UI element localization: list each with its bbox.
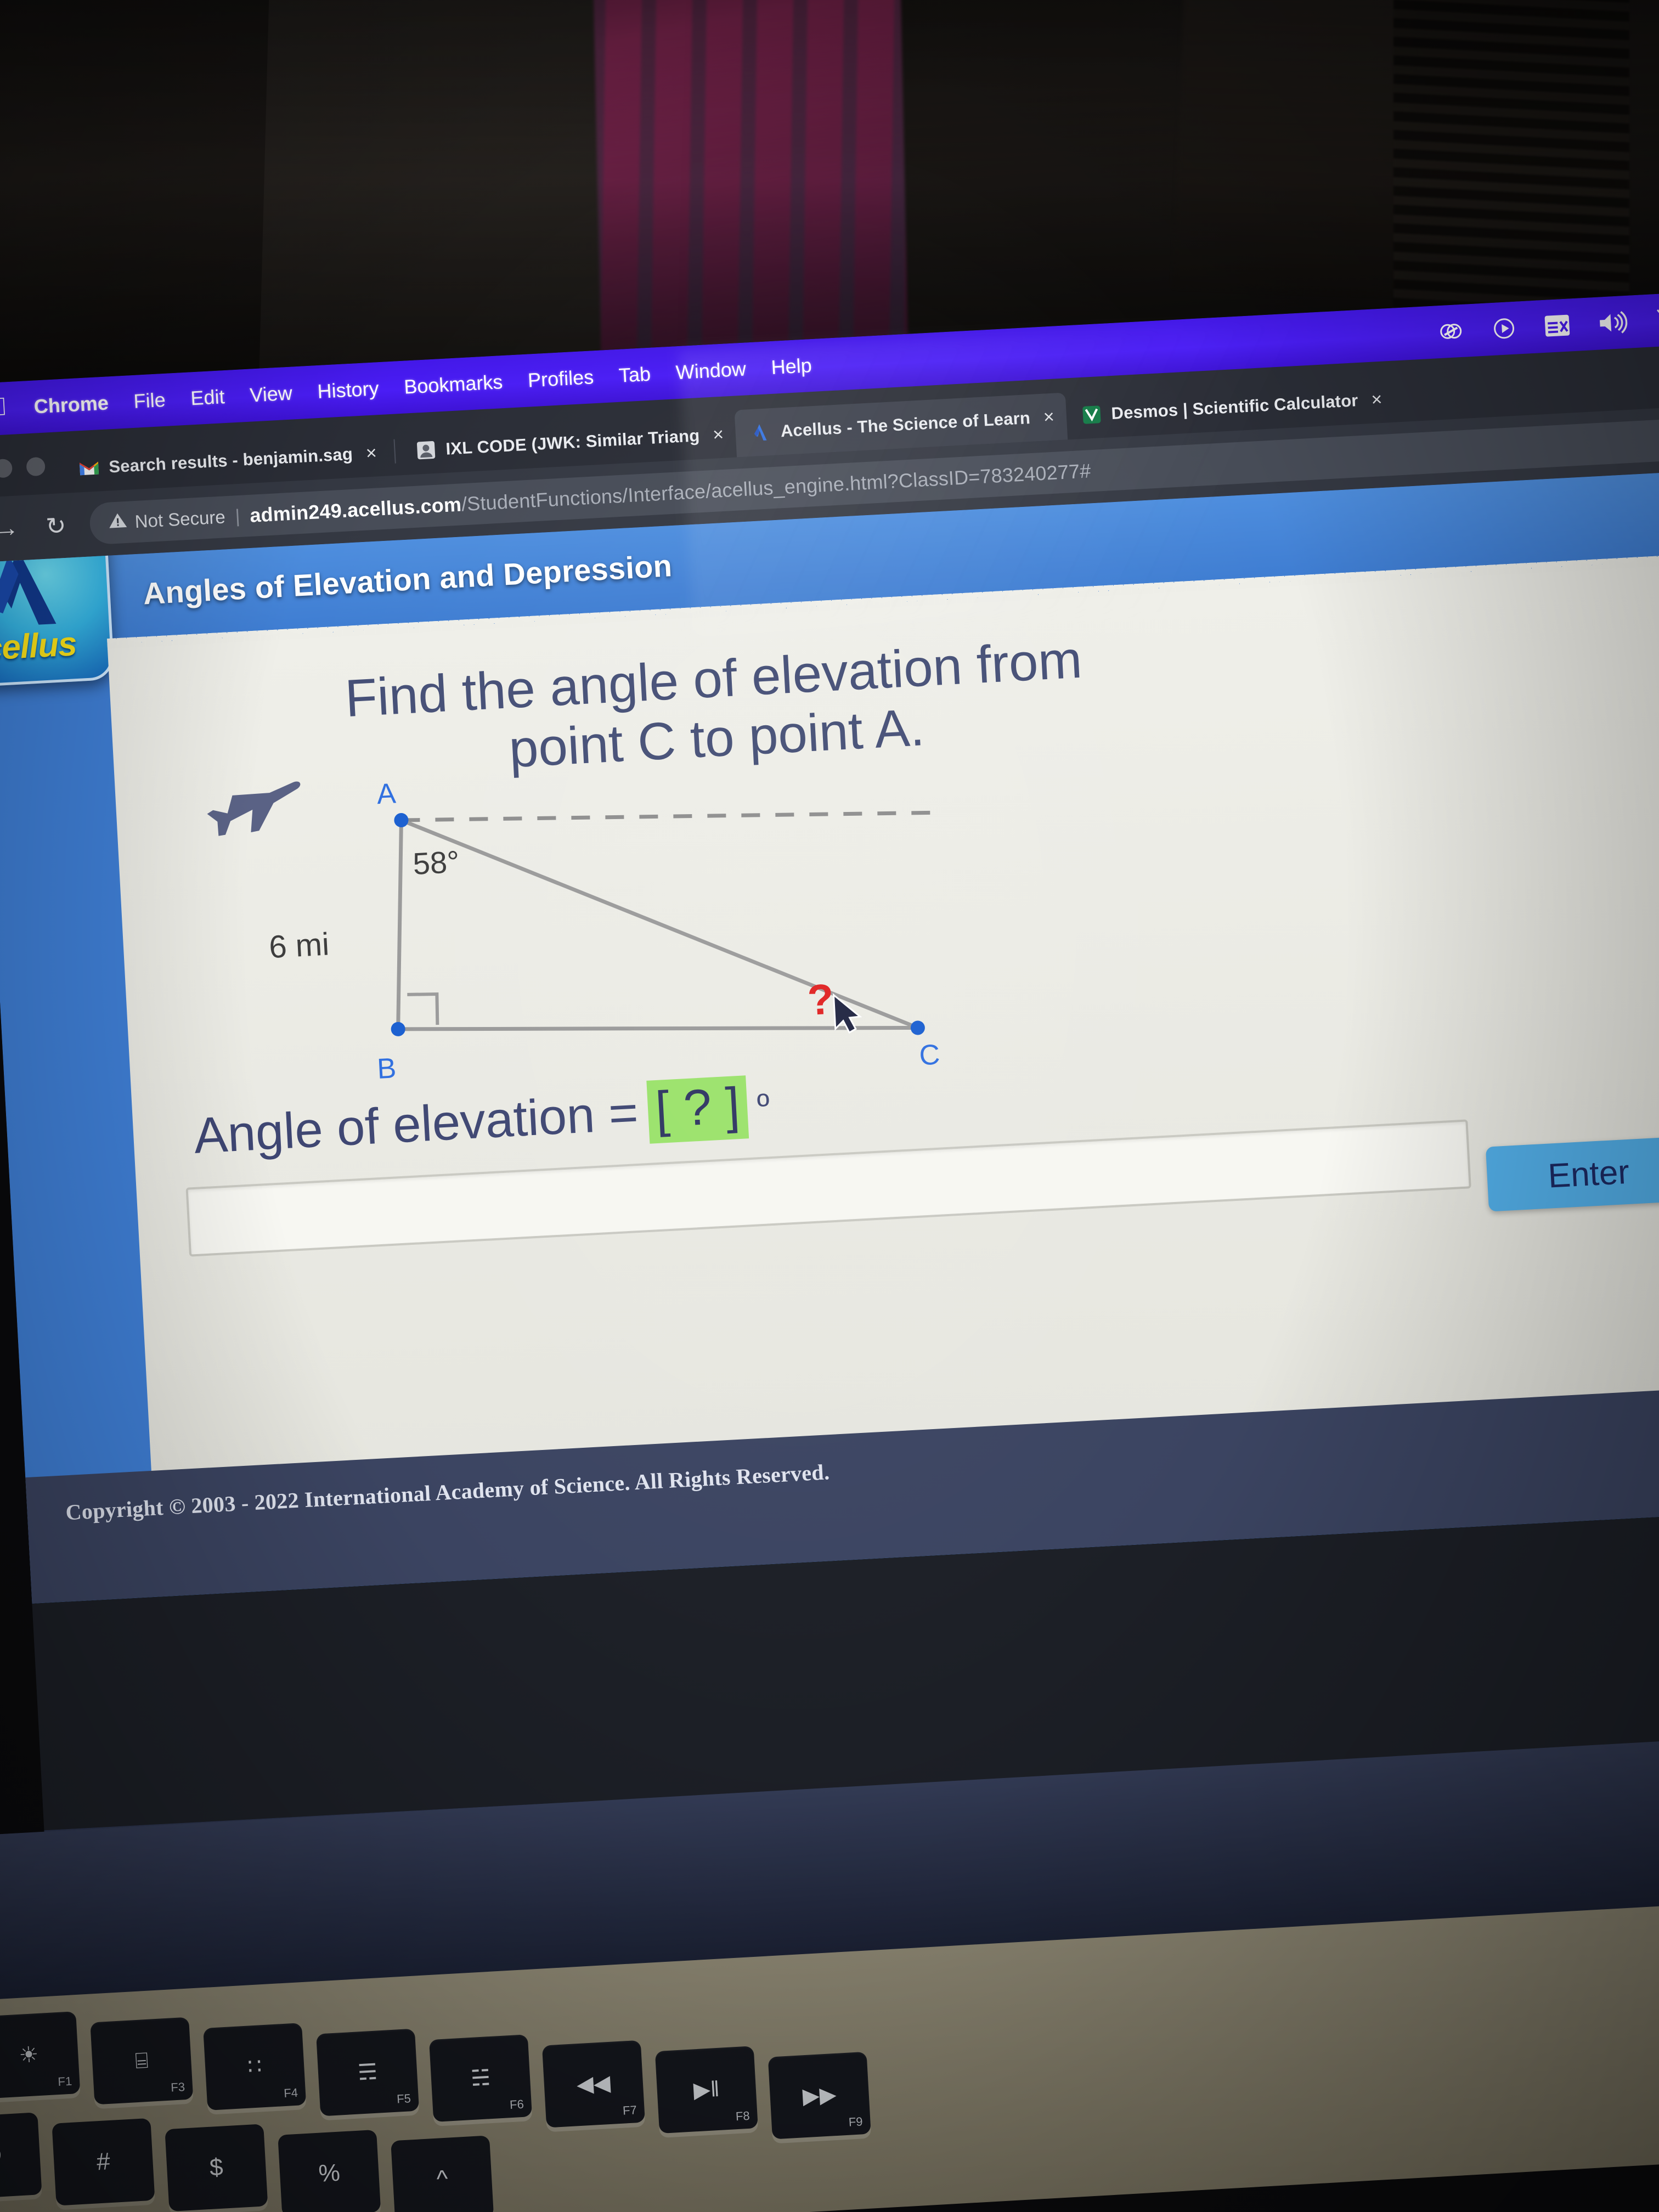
bluetooth-off-icon[interactable] <box>1654 306 1659 334</box>
vertex-A-dot <box>394 813 409 828</box>
tab-title: Search results - benjamin.sag <box>108 444 353 477</box>
angle-A-label: 58° <box>412 844 460 881</box>
url-path: /StudentFunctions/Interface/acellus_engi… <box>460 459 1092 516</box>
menu-edit[interactable]: Edit <box>177 385 238 411</box>
gmail-icon <box>77 456 100 479</box>
question-paper: Find the angle of elevation from point C… <box>108 562 1659 1503</box>
menu-view[interactable]: View <box>236 381 305 408</box>
side-AB-label: 6 mi <box>268 926 330 965</box>
screen:  Chrome File Edit View History Bookmark… <box>0 291 1659 1831</box>
key-f1-label: F1 <box>57 2074 72 2089</box>
keyboard-backlight-down-icon: ☴ <box>357 2059 379 2085</box>
horizontal-dashed-line <box>401 810 935 822</box>
lesson-title: Angles of Elevation and Depression <box>142 548 673 611</box>
photo-of-laptop-screen:  Chrome File Edit View History Bookmark… <box>0 0 1659 2212</box>
enter-button[interactable]: Enter <box>1485 1136 1659 1212</box>
keyboard-backlight-up-icon: ☵ <box>470 2066 492 2091</box>
close-tab-icon[interactable]: × <box>712 424 724 445</box>
forward-button[interactable]: → <box>0 514 22 543</box>
key-hash[interactable]: # <box>52 2118 155 2206</box>
play-circle-icon[interactable] <box>1491 315 1517 342</box>
close-tab-icon[interactable]: × <box>365 442 377 464</box>
acellus-icon <box>749 421 772 444</box>
fast-forward-icon: ▶▶ <box>802 2082 837 2109</box>
launchpad-icon: ∷ <box>247 2054 263 2079</box>
menu-bookmarks[interactable]: Bookmarks <box>391 370 516 399</box>
vertex-B-dot <box>391 1022 405 1036</box>
not-secure-badge[interactable]: Not Secure <box>108 506 226 533</box>
acellus-page: cellus Angles of Elevation and Depressio… <box>0 470 1659 1604</box>
menu-profiles[interactable]: Profiles <box>515 365 607 393</box>
tab-title: IXL CODE (JWK: Similar Triang <box>445 426 701 459</box>
key-dollar[interactable]: $ <box>165 2124 268 2212</box>
contact-card-icon <box>415 439 438 462</box>
key-f1[interactable]: ☀ F1 <box>0 2011 81 2099</box>
desmos-icon <box>1080 403 1103 426</box>
apple-logo-icon[interactable]:  <box>0 392 8 421</box>
warning-triangle-icon <box>108 512 128 534</box>
omnibox-divider: | <box>234 505 241 527</box>
close-tab-icon[interactable]: × <box>1370 388 1383 410</box>
key-f5-label: F5 <box>396 2091 411 2106</box>
close-window-button[interactable] <box>0 458 13 478</box>
segment-AB <box>396 820 403 1029</box>
key-f7[interactable]: ◀◀ F7 <box>541 2040 645 2128</box>
brightness-icon: ☀ <box>18 2042 40 2068</box>
copyright-text: Copyright © 2003 - 2022 International Ac… <box>65 1459 831 1525</box>
menu-help[interactable]: Help <box>758 353 825 380</box>
play-pause-icon: ▶‖ <box>692 2076 720 2103</box>
degree-symbol: º <box>756 1087 771 1126</box>
key-f4-label: F4 <box>283 2085 298 2101</box>
rewind-icon: ◀◀ <box>575 2070 611 2097</box>
menu-window[interactable]: Window <box>663 357 759 385</box>
url-host: admin249.acellus.com <box>249 493 462 527</box>
key-f6[interactable]: ☵ F6 <box>428 2034 533 2122</box>
key-f5[interactable]: ☴ F5 <box>316 2028 420 2117</box>
menu-history[interactable]: History <box>304 376 392 404</box>
key-f4[interactable]: ∷ F4 <box>203 2023 307 2111</box>
chrome-window: Search results - benjamin.sag × IXL CODE… <box>0 343 1659 1604</box>
key-f9[interactable]: ▶▶ F9 <box>768 2051 871 2140</box>
airplane-icon <box>207 781 301 836</box>
minimize-window-button[interactable] <box>26 456 46 477</box>
vertex-C-dot <box>910 1020 925 1035</box>
key-f9-label: F9 <box>848 2114 864 2129</box>
answer-blank-placeholder: [ ? ] <box>646 1075 749 1144</box>
close-tab-icon[interactable]: × <box>1043 406 1055 428</box>
menu-tab[interactable]: Tab <box>606 362 664 387</box>
right-angle-marker <box>407 992 439 1025</box>
acellus-wordmark: cellus <box>0 625 78 668</box>
key-f8-label: F8 <box>735 2108 751 2124</box>
tab-title: Acellus - The Science of Learn <box>780 408 1031 441</box>
tab-title: Desmos | Scientific Calculator <box>1110 391 1359 424</box>
vertex-label-A: A <box>376 777 397 810</box>
vertex-label-B: B <box>376 1052 397 1085</box>
key-caret[interactable]: ^ <box>391 2135 494 2212</box>
unknown-angle-marker: ? <box>806 975 835 1024</box>
not-secure-label: Not Secure <box>134 506 226 532</box>
tab-separator <box>393 439 396 464</box>
menu-file[interactable]: File <box>121 388 179 414</box>
triangle-diagram: A B C 58° 6 mi ? <box>207 777 941 1085</box>
key-at[interactable]: @ <box>0 2112 42 2200</box>
volume-icon[interactable] <box>1597 309 1628 336</box>
menu-chrome[interactable]: Chrome <box>21 391 122 419</box>
creative-cloud-icon[interactable] <box>1437 318 1464 345</box>
key-f6-label: F6 <box>509 2097 524 2112</box>
laptop:  Chrome File Edit View History Bookmark… <box>0 291 1659 1902</box>
key-percent[interactable]: % <box>278 2129 381 2212</box>
key-f3[interactable]: ⌸ F3 <box>90 2017 194 2105</box>
key-f3-label: F3 <box>170 2080 185 2095</box>
vertex-label-C: C <box>918 1039 941 1071</box>
window-traffic-lights[interactable] <box>0 456 65 497</box>
key-f7-label: F7 <box>622 2103 637 2118</box>
key-f8[interactable]: ▶‖ F8 <box>654 2046 758 2134</box>
window-widget-icon[interactable] <box>1543 313 1571 337</box>
reload-button[interactable]: ↻ <box>40 511 72 541</box>
mission-control-icon: ⌸ <box>134 2048 149 2074</box>
